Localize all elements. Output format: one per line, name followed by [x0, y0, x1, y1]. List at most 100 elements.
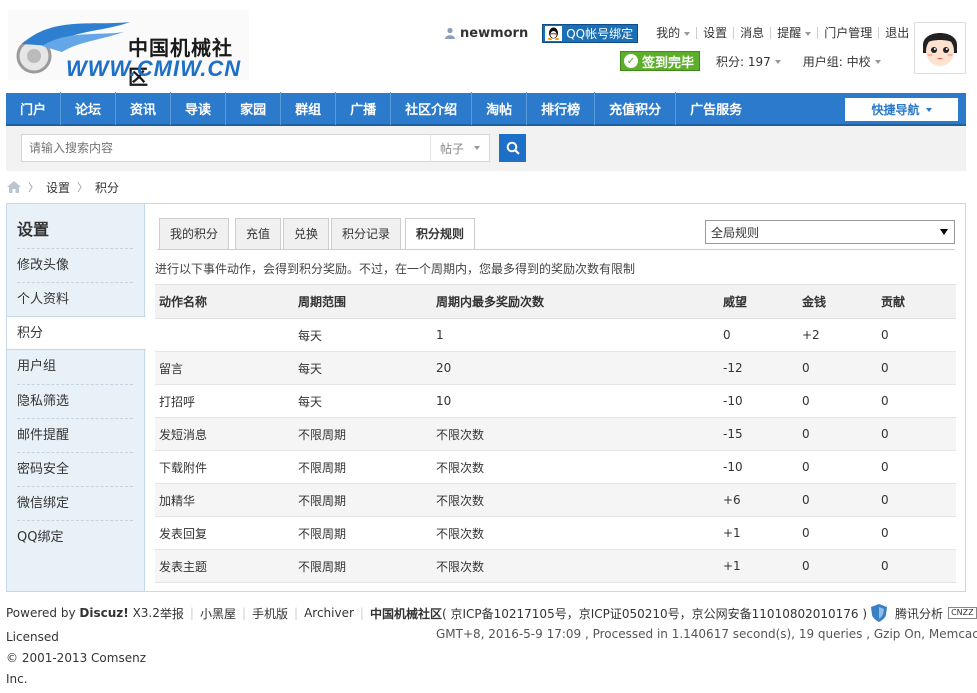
cell-money: 0 — [798, 516, 877, 550]
cell-period: 每天 — [294, 351, 432, 385]
cell-contribution: 0 — [877, 483, 956, 517]
sidebar-item-privacy[interactable]: 隐私筛选 — [17, 384, 133, 418]
cell-max-rewards: 20 — [432, 351, 719, 385]
cell-money: 0 — [798, 351, 877, 385]
avatar[interactable] — [914, 22, 966, 74]
cell-contribution: 0 — [877, 417, 956, 451]
footer-stats: GMT+8, 2016-5-9 17:09 , Processed in 1.1… — [436, 627, 977, 641]
nav-item-about[interactable]: 社区介绍 — [391, 92, 473, 125]
search-bar: 帖子 — [6, 126, 966, 171]
breadcrumb-points[interactable]: 积分 — [95, 179, 119, 196]
search-type-label: 帖子 — [440, 141, 465, 156]
table-header-row: 动作名称 周期范围 周期内最多奖励次数 威望 金钱 贡献 — [155, 284, 956, 319]
col-header-period: 周期范围 — [294, 284, 432, 319]
top-link-portal-admin[interactable]: 门户管理 — [817, 27, 878, 39]
qq-bind-button[interactable]: QQ帐号绑定 — [542, 23, 639, 43]
signin-label: 签到完毕 — [642, 55, 695, 71]
sidebar-item-profile[interactable]: 个人资料 — [17, 282, 133, 316]
search-icon — [506, 141, 520, 155]
nav-item-news[interactable]: 资讯 — [116, 92, 172, 125]
tab-points-log[interactable]: 积分记录 — [331, 218, 402, 249]
footer-link-archiver[interactable]: Archiver — [304, 606, 354, 620]
username-link[interactable]: newmorn — [460, 26, 528, 41]
usergroup-dropdown[interactable]: 用户组: 中校 — [803, 53, 881, 70]
signin-button[interactable]: ✓ 签到完毕 — [620, 51, 701, 71]
cnzz-badge[interactable]: CNZZ — [948, 607, 977, 619]
top-link-settings[interactable]: 设置 — [696, 27, 733, 39]
sidebar-item-points[interactable]: 积分 — [7, 316, 146, 350]
sidebar-item-wechat-bind[interactable]: 微信绑定 — [17, 486, 133, 520]
nav-item-collections[interactable]: 淘帖 — [472, 92, 528, 125]
home-icon[interactable] — [7, 181, 21, 193]
footer-separator: | — [241, 606, 246, 620]
sidebar-item-email-reminder[interactable]: 邮件提醒 — [17, 418, 133, 452]
rule-scope-value: 全局规则 — [711, 225, 760, 240]
nav-item-guide[interactable]: 导读 — [171, 92, 227, 125]
table-row: 留言 每天 20 -12 0 0 — [155, 351, 956, 385]
nav-item-broadcast[interactable]: 广播 — [336, 92, 392, 125]
table-row: 发表主题 不限周期 不限次数 +1 0 0 — [155, 549, 956, 583]
cell-max-rewards: 不限次数 — [432, 549, 719, 583]
footer-site-name[interactable]: 中国机械社区 — [370, 605, 442, 622]
nav-item-forum[interactable]: 论坛 — [61, 92, 117, 125]
search-type-select[interactable]: 帖子 — [430, 134, 490, 162]
cell-money: 0 — [798, 483, 877, 517]
cell-contribution: 0 — [877, 318, 956, 352]
footer-discuz-link[interactable]: Discuz! — [79, 606, 128, 620]
search-input[interactable] — [21, 134, 431, 162]
rule-scope-select[interactable]: 全局规则 — [705, 220, 955, 244]
chevron-down-icon — [874, 60, 881, 64]
top-link-reminders[interactable]: 提醒 — [770, 27, 817, 39]
tab-recharge[interactable]: 充值 — [235, 218, 282, 249]
sidebar-item-usergroup[interactable]: 用户组 — [17, 350, 133, 384]
qq-penguin-icon — [545, 25, 563, 41]
cell-max-rewards: 不限次数 — [432, 483, 719, 517]
col-header-action: 动作名称 — [155, 284, 294, 319]
cell-max-rewards: 不限次数 — [432, 417, 719, 451]
footer-powered-by: Powered by — [6, 606, 76, 620]
security-shield-icon[interactable] — [871, 604, 888, 622]
cell-period: 不限周期 — [294, 450, 432, 484]
top-link-messages[interactable]: 消息 — [733, 27, 770, 39]
cell-action: 发短消息 — [155, 417, 294, 451]
sidebar-item-password-security[interactable]: 密码安全 — [17, 452, 133, 486]
breadcrumb-separator: 〉 — [28, 181, 39, 194]
breadcrumb-separator: 〉 — [77, 181, 89, 194]
tab-exchange[interactable]: 兑换 — [283, 218, 330, 249]
footer-icp[interactable]: ( 京ICP备10217105号，京ICP证050210号，京公网安备11010… — [442, 605, 867, 622]
tab-my-points[interactable]: 我的积分 — [159, 218, 230, 249]
dropdown-arrow-icon — [940, 229, 948, 235]
points-dropdown[interactable]: 积分: 197 — [716, 53, 781, 70]
nav-item-groups[interactable]: 群组 — [281, 92, 337, 125]
sidebar-item-qq-bind[interactable]: QQ绑定 — [17, 520, 133, 554]
points-rules-table: 动作名称 周期范围 周期内最多奖励次数 威望 金钱 贡献 每天 1 0 +2 0… — [155, 284, 956, 583]
nav-item-ads[interactable]: 广告服务 — [676, 92, 756, 125]
tab-points-rules[interactable]: 积分规则 — [405, 218, 476, 250]
nav-item-ranking[interactable]: 排行榜 — [527, 92, 596, 125]
footer-link-blackroom[interactable]: 小黑屋 — [200, 605, 236, 622]
cell-action: 发表回复 — [155, 516, 294, 550]
copyright-text[interactable]: © 2001-2013 Comsenz Inc. — [6, 648, 156, 690]
check-icon: ✓ — [624, 54, 638, 68]
cell-money: 0 — [798, 384, 877, 418]
footer-tencent-analytics[interactable]: 腾讯分析 — [895, 605, 943, 622]
logo-text-url: WWW.CMIW.CN — [66, 56, 242, 81]
cell-action: 加精华 — [155, 483, 294, 517]
cell-period: 不限周期 — [294, 516, 432, 550]
top-link-logout[interactable]: 退出 — [878, 27, 915, 39]
top-link-my[interactable]: 我的 — [650, 27, 696, 39]
footer-link-mobile[interactable]: 手机版 — [252, 605, 288, 622]
footer-link-report[interactable]: 举报 — [160, 605, 184, 622]
cell-contribution: 0 — [877, 549, 956, 583]
sidebar-item-avatar[interactable]: 修改头像 — [17, 248, 133, 282]
nav-item-home[interactable]: 家园 — [226, 92, 282, 125]
cell-period: 不限周期 — [294, 483, 432, 517]
breadcrumb-settings[interactable]: 设置 — [46, 179, 70, 196]
site-logo[interactable]: 中国机械社区 WWW.CMIW.CN — [8, 10, 249, 89]
quick-nav-button[interactable]: 快捷导航 — [845, 98, 958, 121]
nav-item-recharge[interactable]: 充值积分 — [595, 92, 677, 125]
cell-prestige: -15 — [719, 417, 798, 451]
search-button[interactable] — [499, 134, 526, 162]
nav-item-portal[interactable]: 门户 — [6, 92, 62, 125]
tab-divider — [157, 249, 955, 250]
